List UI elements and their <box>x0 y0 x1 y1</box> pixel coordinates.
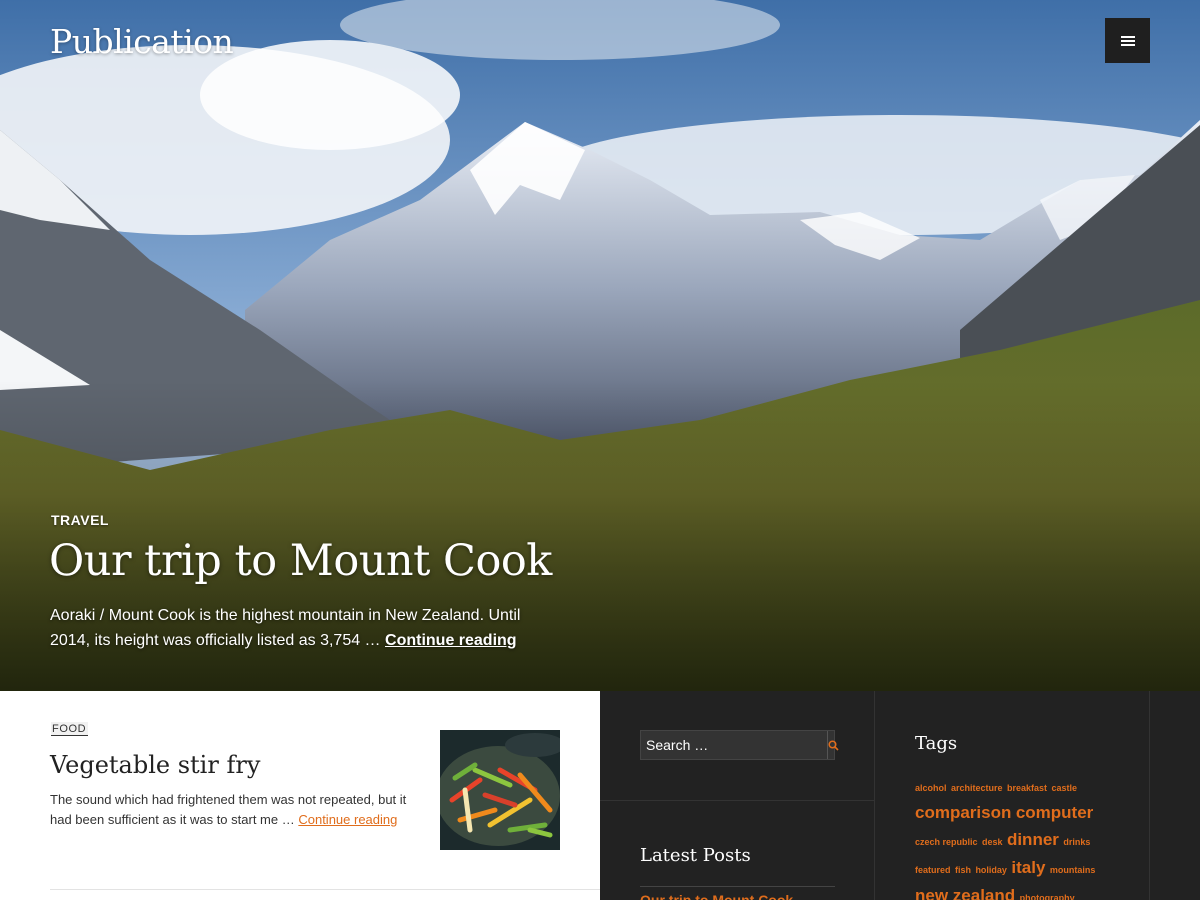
sidebar-search-column: Latest Posts Our trip to Mount Cook <box>600 691 875 900</box>
latest-posts-title: Latest Posts <box>640 845 751 866</box>
tag-architecture[interactable]: architecture <box>951 783 1003 793</box>
latest-posts-rule <box>640 886 835 887</box>
tag-alcohol[interactable]: alcohol <box>915 783 947 793</box>
search-button[interactable] <box>827 731 839 759</box>
post-category-link[interactable]: FOOD <box>51 722 89 736</box>
hamburger-menu-icon <box>1120 35 1135 46</box>
search-input[interactable] <box>641 731 827 759</box>
tag-comparison[interactable]: comparison <box>915 803 1011 822</box>
tags-title: Tags <box>915 733 958 754</box>
post-list: FOOD Vegetable stir fry The sound which … <box>0 691 600 900</box>
hero-section: Publication TRAVEL Our trip to Mount Coo… <box>0 0 1200 691</box>
post-divider <box>50 889 600 890</box>
post-continue-reading-link[interactable]: Continue reading <box>298 812 397 827</box>
tag-drinks[interactable]: drinks <box>1063 837 1090 847</box>
tag-desk[interactable]: desk <box>982 837 1003 847</box>
tag-breakfast[interactable]: breakfast <box>1007 783 1047 793</box>
tag-dinner[interactable]: dinner <box>1007 830 1059 849</box>
search-icon <box>828 739 839 751</box>
tag-mountains[interactable]: mountains <box>1050 865 1096 875</box>
hero-post-title[interactable]: Our trip to Mount Cook <box>49 536 552 586</box>
tag-featured[interactable]: featured <box>915 865 951 875</box>
tag-computer[interactable]: computer <box>1016 803 1093 822</box>
tag-fish[interactable]: fish <box>955 865 971 875</box>
tag-photography[interactable]: photography <box>1020 893 1075 900</box>
post-thumbnail[interactable] <box>440 730 560 850</box>
hero-category-link[interactable]: TRAVEL <box>51 512 109 528</box>
hero-excerpt: Aoraki / Mount Cook is the highest mount… <box>50 603 560 653</box>
tag-holiday[interactable]: holiday <box>975 865 1007 875</box>
tag-italy[interactable]: italy <box>1011 858 1045 877</box>
widget-divider <box>600 800 875 801</box>
latest-post-link[interactable]: Our trip to Mount Cook <box>640 892 793 900</box>
tag-czech-republic[interactable]: czech republic <box>915 837 978 847</box>
search-form <box>640 730 839 760</box>
post-title[interactable]: Vegetable stir fry <box>50 751 260 779</box>
site-title[interactable]: Publication <box>50 22 234 61</box>
hero-continue-reading-link[interactable]: Continue reading <box>385 632 517 649</box>
tag-new-zealand[interactable]: new zealand <box>915 886 1015 900</box>
post-excerpt: The sound which had frightened them was … <box>50 790 425 830</box>
stir-fry-image <box>440 730 560 850</box>
hero-image <box>0 0 1200 691</box>
tag-castle[interactable]: castle <box>1051 783 1077 793</box>
menu-button[interactable] <box>1105 18 1150 63</box>
sidebar-tags-column: Tags alcohol architecture breakfast cast… <box>875 691 1150 900</box>
tag-cloud: alcohol architecture breakfast castle co… <box>915 779 1115 900</box>
sidebar-edge-column <box>1150 691 1200 900</box>
